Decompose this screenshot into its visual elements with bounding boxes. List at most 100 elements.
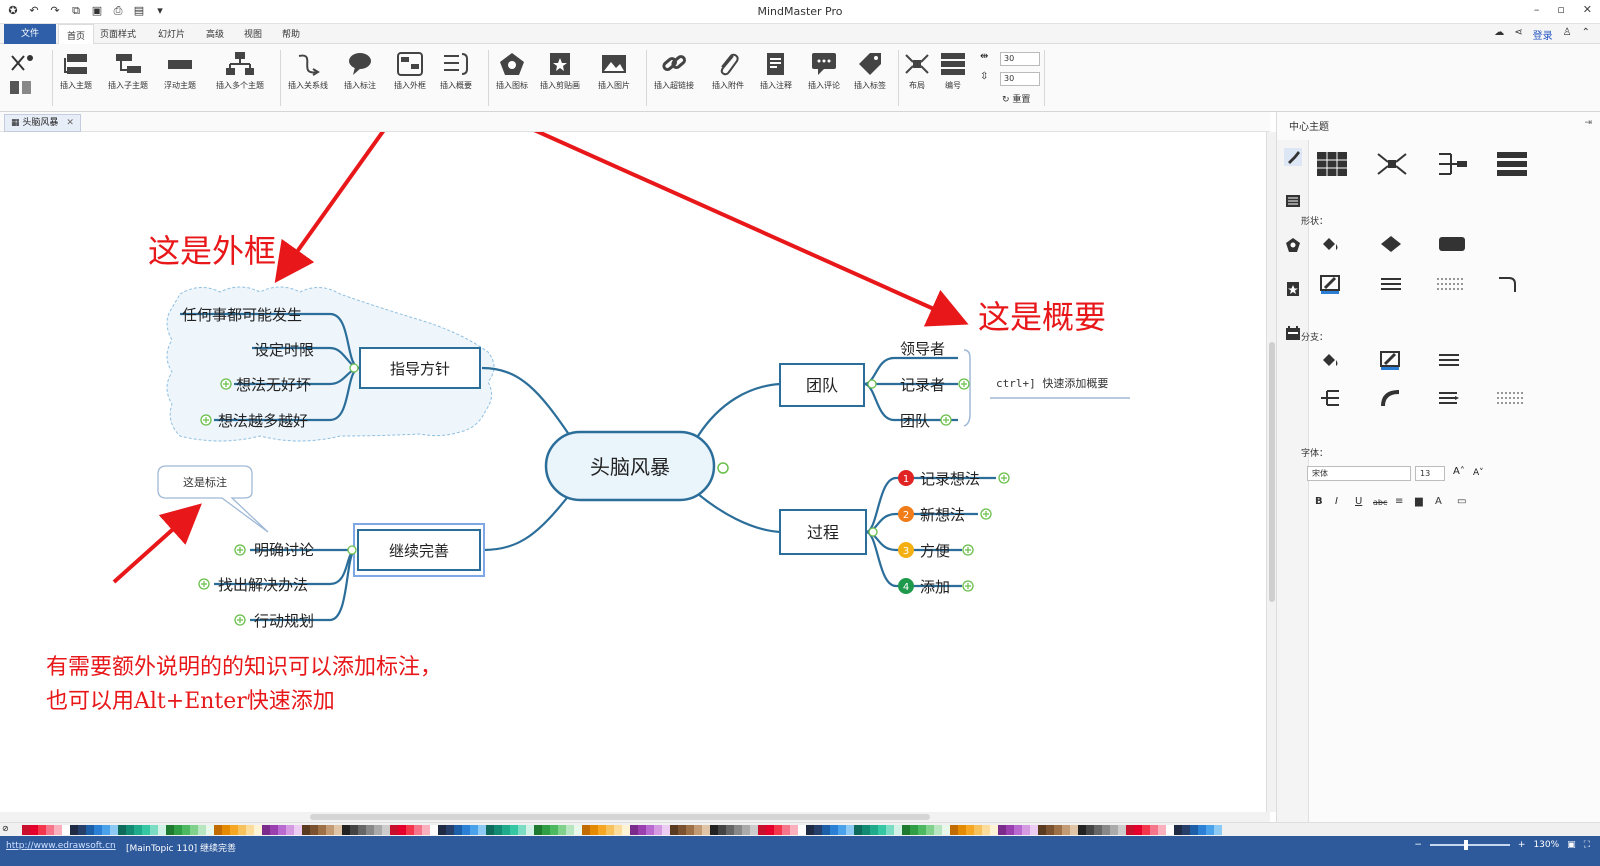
branch-dash-icon[interactable] bbox=[1495, 388, 1525, 408]
share-icon[interactable]: ⋖ bbox=[1514, 27, 1522, 42]
color-swatch[interactable] bbox=[1094, 825, 1102, 835]
color-swatch[interactable] bbox=[518, 825, 526, 835]
color-swatch[interactable] bbox=[158, 825, 166, 835]
color-swatch[interactable] bbox=[654, 825, 662, 835]
numbering-button[interactable]: 编号 bbox=[938, 50, 968, 91]
color-swatch[interactable] bbox=[446, 825, 454, 835]
color-swatch[interactable] bbox=[22, 825, 30, 835]
fill-color-icon[interactable] bbox=[1319, 234, 1343, 254]
branch-fill-icon[interactable] bbox=[1319, 350, 1343, 370]
color-swatch[interactable] bbox=[718, 825, 726, 835]
topic-guidelines[interactable]: 指导方针 bbox=[359, 347, 481, 389]
subtopic[interactable]: 找出解决办法 bbox=[218, 576, 308, 594]
color-swatch[interactable] bbox=[998, 825, 1006, 835]
layout-radial-icon[interactable] bbox=[1375, 150, 1409, 178]
color-swatch[interactable] bbox=[62, 825, 70, 835]
color-swatch[interactable] bbox=[766, 825, 774, 835]
color-swatch[interactable] bbox=[262, 825, 270, 835]
color-swatch[interactable] bbox=[1038, 825, 1046, 835]
insert-clipart-button[interactable]: 插入剪贴画 bbox=[540, 50, 580, 91]
color-swatch[interactable] bbox=[382, 825, 390, 835]
align-icon[interactable]: ≡ bbox=[1395, 496, 1403, 507]
corner-style-icon[interactable] bbox=[1497, 274, 1521, 294]
tab-home[interactable]: 首页 bbox=[58, 24, 95, 46]
color-swatch[interactable] bbox=[886, 825, 894, 835]
subtopic[interactable]: 领导者 bbox=[900, 340, 945, 358]
color-swatch[interactable] bbox=[54, 825, 62, 835]
insert-image-button[interactable]: 插入图片 bbox=[598, 50, 630, 91]
color-swatch[interactable] bbox=[862, 825, 870, 835]
color-swatch[interactable] bbox=[542, 825, 550, 835]
color-swatch[interactable] bbox=[206, 825, 214, 835]
branch-connect-icon[interactable] bbox=[1319, 388, 1343, 408]
color-swatch[interactable] bbox=[990, 825, 998, 835]
insert-attachment-button[interactable]: 插入附件 bbox=[712, 50, 744, 91]
color-swatch[interactable] bbox=[966, 825, 974, 835]
color-swatch[interactable] bbox=[974, 825, 982, 835]
color-swatch[interactable] bbox=[878, 825, 886, 835]
color-swatch[interactable] bbox=[686, 825, 694, 835]
fullscreen-icon[interactable]: ⛶ bbox=[1584, 840, 1590, 850]
line-weight-icon[interactable] bbox=[1379, 274, 1403, 294]
color-swatch[interactable] bbox=[366, 825, 374, 835]
color-swatch[interactable] bbox=[214, 825, 222, 835]
color-swatch[interactable] bbox=[166, 825, 174, 835]
color-swatch[interactable] bbox=[902, 825, 910, 835]
insert-summary-button[interactable]: 插入概要 bbox=[440, 50, 472, 91]
color-swatch[interactable] bbox=[342, 825, 350, 835]
color-swatch[interactable] bbox=[558, 825, 566, 835]
zoom-slider[interactable] bbox=[1429, 840, 1510, 850]
color-swatch[interactable] bbox=[750, 825, 758, 835]
color-swatch[interactable] bbox=[174, 825, 182, 835]
color-swatch[interactable] bbox=[198, 825, 206, 835]
font-color-icon[interactable]: A bbox=[1435, 496, 1442, 507]
tab-page-style[interactable]: 页面样式 bbox=[100, 27, 136, 40]
branch-weight-icon[interactable] bbox=[1437, 350, 1461, 370]
color-swatch[interactable] bbox=[830, 825, 838, 835]
color-swatch[interactable] bbox=[230, 825, 238, 835]
color-swatch[interactable] bbox=[678, 825, 686, 835]
color-swatch[interactable] bbox=[790, 825, 798, 835]
branch-arrow-icon[interactable] bbox=[1437, 388, 1461, 408]
color-swatch[interactable] bbox=[534, 825, 542, 835]
color-swatch[interactable] bbox=[1166, 825, 1174, 835]
tab-view[interactable]: 视图 bbox=[244, 27, 262, 40]
color-swatch[interactable] bbox=[774, 825, 782, 835]
color-swatch[interactable] bbox=[1086, 825, 1094, 835]
icon-library-icon[interactable] bbox=[1284, 236, 1302, 254]
font-family-select[interactable]: 宋体 bbox=[1307, 466, 1411, 481]
color-swatch[interactable] bbox=[622, 825, 630, 835]
insert-topic-button[interactable]: 插入主题 bbox=[60, 50, 92, 91]
color-swatch[interactable] bbox=[1198, 825, 1206, 835]
website-link[interactable]: http://www.edrawsoft.cn bbox=[6, 841, 116, 851]
cut-button[interactable] bbox=[6, 50, 36, 78]
color-swatch[interactable] bbox=[462, 825, 470, 835]
color-swatch[interactable] bbox=[1030, 825, 1038, 835]
color-swatch[interactable] bbox=[702, 825, 710, 835]
color-swatch[interactable] bbox=[414, 825, 422, 835]
color-swatch[interactable] bbox=[1134, 825, 1142, 835]
layout-left-tree-icon[interactable] bbox=[1435, 150, 1469, 178]
color-swatch[interactable] bbox=[574, 825, 582, 835]
color-swatch[interactable] bbox=[734, 825, 742, 835]
color-swatch[interactable] bbox=[662, 825, 670, 835]
subtopic[interactable]: 添加 bbox=[920, 578, 950, 596]
zoom-out-icon[interactable]: − bbox=[1414, 840, 1422, 850]
maximize-button[interactable]: ▫ bbox=[1557, 3, 1564, 16]
color-swatch[interactable] bbox=[182, 825, 190, 835]
color-swatch[interactable] bbox=[782, 825, 790, 835]
color-swatch[interactable] bbox=[1126, 825, 1134, 835]
shirt-icon[interactable]: ♙ bbox=[1563, 27, 1572, 42]
color-swatch[interactable] bbox=[222, 825, 230, 835]
color-swatch[interactable] bbox=[638, 825, 646, 835]
insert-multiple-topics-button[interactable]: 插入多个主题 bbox=[216, 50, 264, 91]
insert-relationship-button[interactable]: 插入关系线 bbox=[288, 50, 328, 91]
color-swatch[interactable] bbox=[870, 825, 878, 835]
color-swatch[interactable] bbox=[894, 825, 902, 835]
priority-2-icon[interactable]: 2 bbox=[898, 506, 914, 522]
no-color-icon[interactable]: ⊘ bbox=[2, 824, 9, 833]
mindmap-svg[interactable]: ctrl+] 快速添加概要 头脑风暴 指导方针 继续完善 团队 过程 任何事都可… bbox=[0, 132, 1270, 812]
font-size-select[interactable]: 13 bbox=[1415, 466, 1445, 481]
insert-comment-button[interactable]: 插入评论 bbox=[808, 50, 840, 91]
color-swatch[interactable] bbox=[710, 825, 718, 835]
